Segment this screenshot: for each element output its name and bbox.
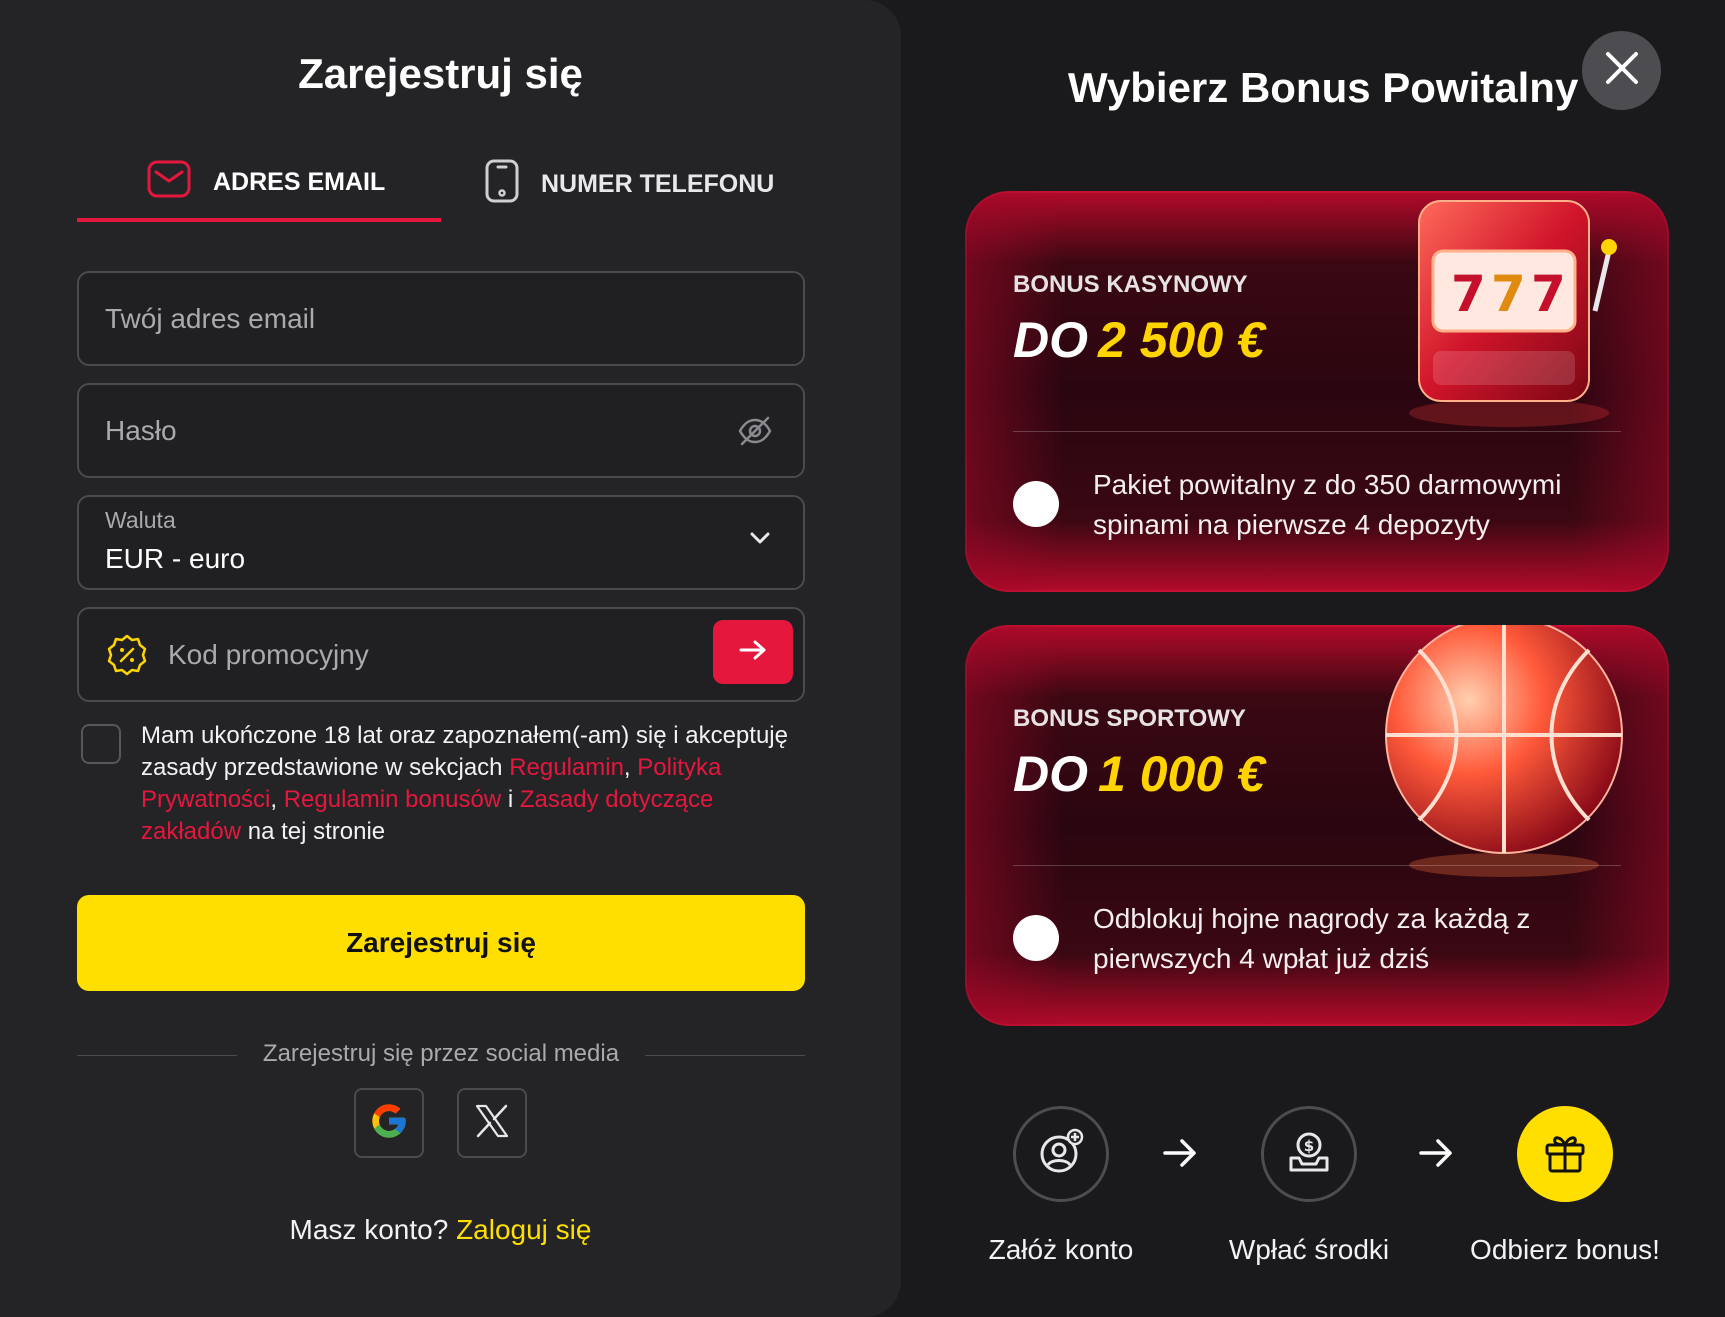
chevron-down-icon bbox=[749, 531, 771, 550]
envelope-icon bbox=[147, 160, 191, 205]
casino-bonus-radio[interactable] bbox=[1013, 481, 1059, 527]
social-label-wrap: Zarejestruj się przez social media bbox=[77, 1040, 805, 1068]
arrow-right-icon bbox=[1162, 1136, 1198, 1175]
login-link[interactable]: Zaloguj się bbox=[456, 1214, 591, 1245]
promo-code-field[interactable]: Kod promocyjny bbox=[77, 607, 805, 702]
google-icon bbox=[369, 1101, 409, 1146]
card-divider bbox=[1013, 431, 1621, 432]
tab-email-label: ADRES EMAIL bbox=[213, 167, 386, 196]
amount-value: 2 500 € bbox=[1098, 312, 1265, 368]
add-user-icon bbox=[1037, 1128, 1085, 1181]
terms-text-part: , bbox=[270, 786, 284, 813]
basketball-icon bbox=[1379, 625, 1629, 885]
bonus-title: Wybierz Bonus Powitalny bbox=[1068, 64, 1579, 111]
arrow-right-icon bbox=[1418, 1136, 1454, 1175]
terms-text: Mam ukończone 18 lat oraz zapoznałem(-am… bbox=[141, 720, 811, 848]
sports-bonus-radio[interactable] bbox=[1013, 915, 1059, 961]
sports-bonus-amount: DO 1 000 € bbox=[1013, 745, 1265, 803]
casino-bonus-description: Pakiet powitalny z do 350 darmowymi spin… bbox=[1093, 469, 1562, 540]
x-login-button[interactable] bbox=[457, 1088, 527, 1158]
registration-panel: Zarejestruj się ADRES EMAIL NUMER TELEFO… bbox=[0, 0, 901, 1317]
svg-text:7: 7 bbox=[1531, 265, 1566, 323]
step-label-deposit: Wpłać środki bbox=[1228, 1234, 1390, 1265]
card-divider bbox=[1013, 865, 1621, 866]
email-field[interactable]: Twój adres email bbox=[77, 271, 805, 366]
close-button[interactable] bbox=[1582, 31, 1661, 110]
terms-checkbox[interactable] bbox=[81, 724, 121, 764]
discount-badge-icon bbox=[105, 633, 149, 682]
sports-bonus-description: Odblokuj hojne nagrody za każdą z pierws… bbox=[1093, 903, 1531, 974]
terms-text-part: na tej stronie bbox=[241, 818, 386, 845]
social-divider: Zarejestruj się przez social media bbox=[77, 1040, 805, 1070]
terms-text-part: , bbox=[623, 754, 638, 781]
casino-bonus-kind: BONUS KASYNOWY bbox=[1013, 271, 1248, 298]
login-prompt: Masz konto? Zaloguj się bbox=[0, 1214, 881, 1246]
slot-machine-icon: 7 7 7 bbox=[1399, 191, 1629, 436]
link-bonus-rules[interactable]: Regulamin bonusów bbox=[284, 786, 501, 813]
email-placeholder: Twój adres email bbox=[105, 303, 316, 334]
deposit-icon: $ bbox=[1285, 1128, 1333, 1181]
sports-bonus-kind: BONUS SPORTOWY bbox=[1013, 705, 1246, 732]
page-title: Zarejestruj się bbox=[298, 50, 583, 97]
tab-email[interactable]: ADRES EMAIL bbox=[77, 146, 441, 222]
sports-bonus-card[interactable]: BONUS SPORTOWY DO 1 000 € Odblokuj hojne … bbox=[965, 625, 1669, 1026]
phone-icon bbox=[485, 159, 519, 210]
password-field[interactable]: Hasło bbox=[77, 383, 805, 478]
amount-prefix: DO bbox=[1013, 746, 1088, 802]
promo-placeholder: Kod promocyjny bbox=[168, 639, 369, 670]
arrow-right-icon bbox=[738, 638, 768, 667]
amount-prefix: DO bbox=[1013, 312, 1088, 368]
svg-text:7: 7 bbox=[1491, 265, 1526, 323]
register-button[interactable]: Zarejestruj się bbox=[77, 895, 805, 991]
svg-text:7: 7 bbox=[1451, 265, 1486, 323]
currency-value: EUR - euro bbox=[105, 543, 246, 574]
casino-bonus-amount: DO 2 500 € bbox=[1013, 311, 1265, 369]
social-label: Zarejestruj się przez social media bbox=[246, 1040, 636, 1067]
step-claim-bonus bbox=[1517, 1106, 1613, 1202]
step-label-claim-bonus: Odbierz bonus! bbox=[1470, 1234, 1660, 1265]
google-login-button[interactable] bbox=[354, 1088, 424, 1158]
step-create-account bbox=[1013, 1106, 1109, 1202]
eye-off-icon[interactable] bbox=[737, 413, 773, 454]
svg-text:$: $ bbox=[1304, 1137, 1314, 1155]
amount-value: 1 000 € bbox=[1098, 746, 1265, 802]
password-placeholder: Hasło bbox=[105, 415, 177, 446]
casino-bonus-card[interactable]: 7 7 7 BONUS KASYNOWY DO 2 500 € Pakiet po… bbox=[965, 191, 1669, 592]
link-regulamin[interactable]: Regulamin bbox=[509, 754, 624, 781]
x-logo-icon bbox=[474, 1103, 510, 1144]
step-deposit: $ bbox=[1261, 1106, 1357, 1202]
currency-select[interactable]: Waluta EUR - euro bbox=[77, 495, 805, 590]
gift-icon bbox=[1541, 1128, 1589, 1181]
tab-phone[interactable]: NUMER TELEFONU bbox=[485, 146, 815, 222]
close-icon bbox=[1604, 50, 1640, 91]
apply-promo-button[interactable] bbox=[713, 620, 793, 684]
step-label-create-account: Załóż konto bbox=[988, 1234, 1134, 1265]
currency-label: Waluta bbox=[105, 507, 176, 533]
login-prompt-text: Masz konto? bbox=[289, 1214, 449, 1245]
tab-phone-label: NUMER TELEFONU bbox=[541, 169, 775, 198]
terms-text-part: i bbox=[501, 786, 520, 813]
